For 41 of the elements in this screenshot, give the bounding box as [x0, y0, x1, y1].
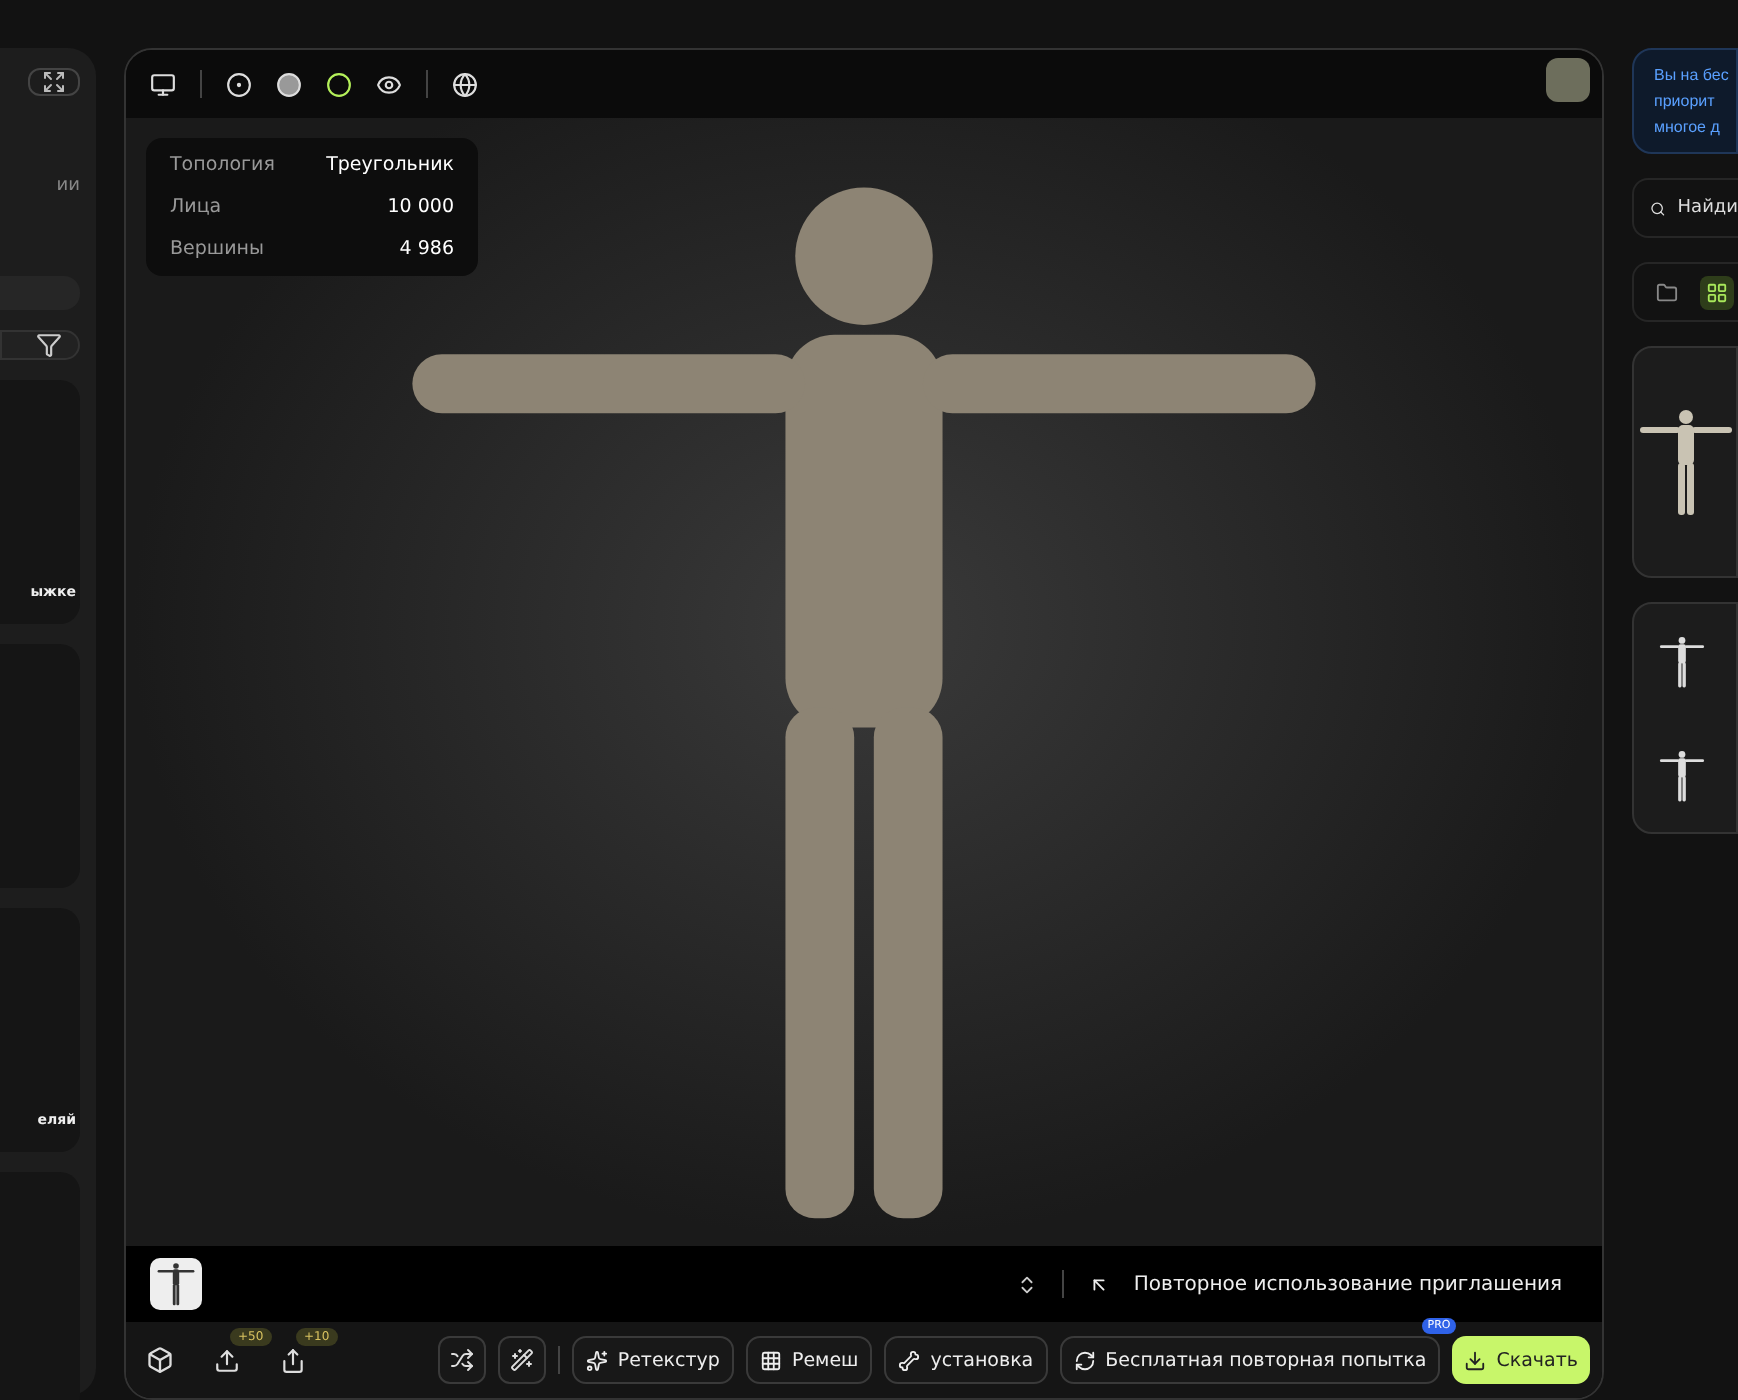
- shuffle-icon: [449, 1348, 474, 1372]
- globe-icon[interactable]: [452, 71, 478, 97]
- sphere-icon[interactable]: [276, 71, 302, 97]
- rig-icon: [898, 1349, 921, 1371]
- download-icon: [1464, 1349, 1487, 1371]
- sphere-icon[interactable]: [326, 71, 352, 97]
- info-label: Лица: [170, 196, 224, 218]
- rig-button[interactable]: установка: [884, 1336, 1048, 1384]
- expand-icon[interactable]: [28, 68, 80, 96]
- model-card[interactable]: [1632, 346, 1738, 578]
- wand-button[interactable]: [497, 1336, 546, 1384]
- remesh-icon: [759, 1349, 782, 1371]
- reuse-prompt-link[interactable]: Повторное использование приглашения: [1133, 1273, 1562, 1295]
- model-thumbnail[interactable]: [150, 1258, 202, 1310]
- info-label: Вершины: [170, 238, 266, 260]
- retry-icon: [1073, 1349, 1096, 1371]
- info-value: Треугольник: [326, 154, 454, 176]
- filter-icon[interactable]: [36, 332, 62, 358]
- eye-icon[interactable]: [376, 71, 402, 97]
- figure-thumbnail-drawing: [156, 1262, 196, 1306]
- notice-text: Вы на бес приорит многое д: [1632, 48, 1738, 154]
- info-value: 10 000: [385, 196, 454, 218]
- arrow-icon: [1087, 1273, 1110, 1295]
- monitor-icon[interactable]: [150, 71, 176, 97]
- wand-icon: [509, 1348, 534, 1372]
- shuffle-button[interactable]: [437, 1336, 486, 1384]
- remesh-button[interactable]: Ремеш: [745, 1336, 873, 1384]
- retexture-icon: [585, 1349, 608, 1371]
- retry-button[interactable]: Бесплатная повторная попытка: [1059, 1336, 1441, 1384]
- download-button[interactable]: Скачать: [1452, 1336, 1590, 1384]
- model-icon[interactable]: [146, 1346, 174, 1374]
- model-card[interactable]: [1632, 602, 1738, 834]
- info-value: 4 986: [397, 238, 454, 260]
- sphere-icon[interactable]: [226, 71, 252, 97]
- retexture-button[interactable]: Ретекстур: [571, 1336, 734, 1384]
- caption-text: ии: [56, 176, 80, 196]
- search-icon: [1650, 197, 1666, 219]
- texture-thumbnail[interactable]: [1546, 58, 1590, 102]
- search-field[interactable]: Найди: [1632, 178, 1738, 238]
- info-label: Топология: [170, 154, 277, 176]
- grid-icon[interactable]: [1700, 275, 1734, 309]
